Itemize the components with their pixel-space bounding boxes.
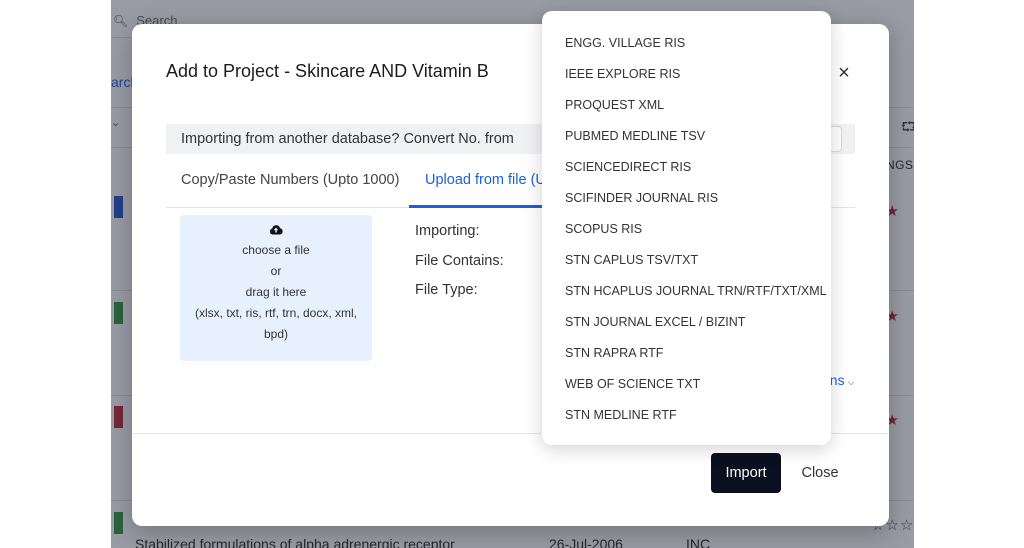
dropdown-option[interactable]: STN CAPLUS TSV/TXT: [542, 244, 831, 275]
dropdown-option[interactable]: STN HCAPLUS JOURNAL TRN/RTF/TXT/XML: [542, 275, 831, 306]
importing-label: Importing:: [415, 223, 480, 239]
tab-upload-file[interactable]: Upload from file (U: [425, 172, 546, 188]
dropdown-option[interactable]: PROQUEST XML: [542, 89, 831, 120]
modal-title: Add to Project - Skincare AND Vitamin B: [166, 61, 489, 81]
convert-label: Importing from another database? Convert…: [181, 131, 514, 147]
dropdown-option[interactable]: SCOPUS RIS: [542, 213, 831, 244]
file-type-label: File Type:: [415, 282, 478, 298]
active-tab-indicator: [409, 205, 546, 208]
tab-copy-paste[interactable]: Copy/Paste Numbers (Upto 1000): [181, 172, 399, 188]
close-button[interactable]: Close: [801, 453, 838, 493]
file-contains-label: File Contains:: [415, 252, 504, 269]
dropdown-option[interactable]: STN JOURNAL EXCEL / BIZINT: [542, 306, 831, 337]
dropdown-option[interactable]: SCIFINDER JOURNAL RIS: [542, 182, 831, 213]
database-format-dropdown: ENGG. VILLAGE RIS IEEE EXPLORE RIS PROQU…: [542, 11, 831, 445]
dropzone-or-text: or: [270, 264, 282, 278]
dropdown-option[interactable]: SCIENCEDIRECT RIS: [542, 151, 831, 182]
dropzone-formats-text: (xlsx, txt, ris, rtf, trn, docx, xml,: [194, 306, 357, 320]
dropdown-option[interactable]: IEEE EXPLORE RIS: [542, 58, 831, 89]
file-dropzone[interactable]: choose a file or drag it here (xlsx, txt…: [180, 215, 372, 361]
import-button[interactable]: Import: [711, 453, 781, 493]
dropdown-option[interactable]: STN MEDLINE RTF: [542, 399, 831, 430]
dropzone-formats-text-cont: bpd): [263, 327, 289, 341]
chevron-down-icon: ⌵: [847, 377, 855, 387]
dropdown-option[interactable]: WEB OF SCIENCE TXT: [542, 368, 831, 399]
dropzone-choose-text[interactable]: choose a file: [180, 240, 372, 261]
dropzone-drag-text: drag it here: [245, 285, 307, 299]
dropdown-option[interactable]: ENGG. VILLAGE RIS: [542, 27, 831, 58]
close-icon[interactable]: ×: [835, 63, 853, 83]
dropdown-option[interactable]: STN RAPRA RTF: [542, 337, 831, 368]
dropdown-option[interactable]: PUBMED MEDLINE TSV: [542, 120, 831, 151]
file-info: Importing: File Contains: File Type:: [415, 217, 504, 306]
cloud-upload-icon: [180, 220, 372, 240]
